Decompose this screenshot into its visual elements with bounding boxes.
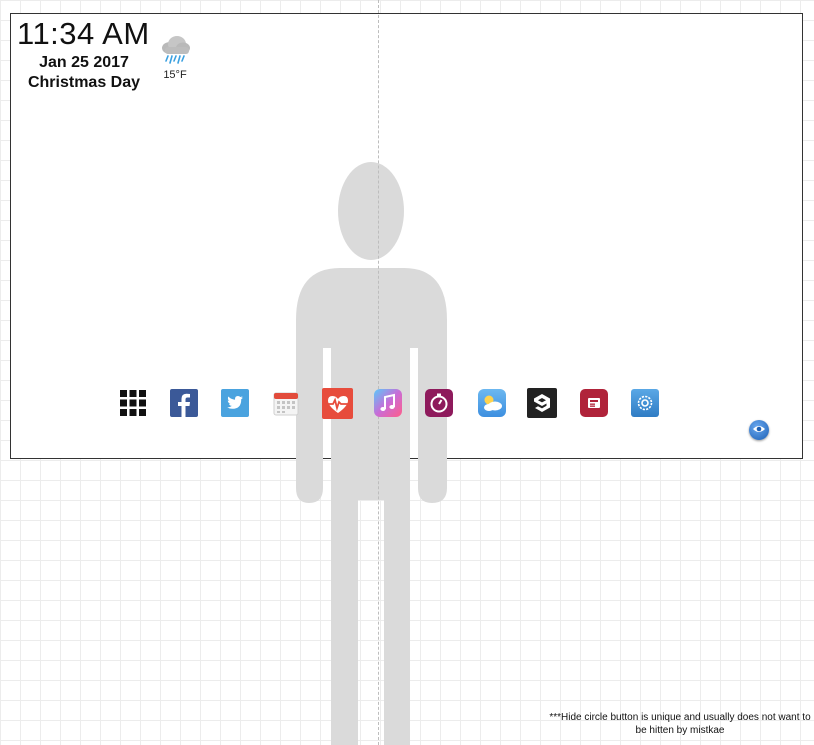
clock-time: 11:34 AM (17, 16, 150, 51)
cloud-sun-icon (478, 389, 506, 417)
hide-circle-button[interactable] (749, 420, 769, 440)
center-guide-line (378, 0, 379, 745)
heartbeat-icon (324, 390, 352, 418)
music-app-button[interactable] (374, 389, 402, 417)
eye-icon (752, 421, 766, 439)
twitter-icon (221, 389, 249, 417)
facebook-app-button[interactable] (170, 389, 198, 417)
news-icon (580, 389, 608, 417)
rain-cloud-icon (158, 36, 192, 69)
9gag-icon (528, 389, 556, 417)
music-note-icon (374, 389, 402, 417)
facebook-icon (170, 389, 198, 417)
stopwatch-app-button[interactable] (425, 389, 453, 417)
temperature: 15°F (163, 69, 187, 81)
gear-icon (631, 389, 659, 417)
calendar-icon (272, 389, 300, 417)
app-grid-button[interactable] (119, 389, 147, 417)
footnote-text: ***Hide circle button is unique and usua… (549, 712, 811, 736)
stopwatch-icon (425, 389, 453, 417)
weather-widget: 15°F (158, 33, 192, 81)
app-dock (0, 388, 814, 419)
9gag-app-button[interactable] (527, 388, 557, 418)
calendar-app-button[interactable] (272, 389, 300, 417)
health-app-button[interactable] (322, 388, 353, 419)
date-block: Jan 25 2017 Christmas Day (22, 53, 146, 93)
holiday-text: Christmas Day (27, 74, 141, 91)
weather-app-button[interactable] (478, 389, 506, 417)
news-app-button[interactable] (580, 389, 608, 417)
settings-app-button[interactable] (631, 389, 659, 417)
twitter-app-button[interactable] (221, 389, 249, 417)
grid-icon (119, 389, 147, 417)
date-text: Jan 25 2017 (39, 54, 129, 71)
